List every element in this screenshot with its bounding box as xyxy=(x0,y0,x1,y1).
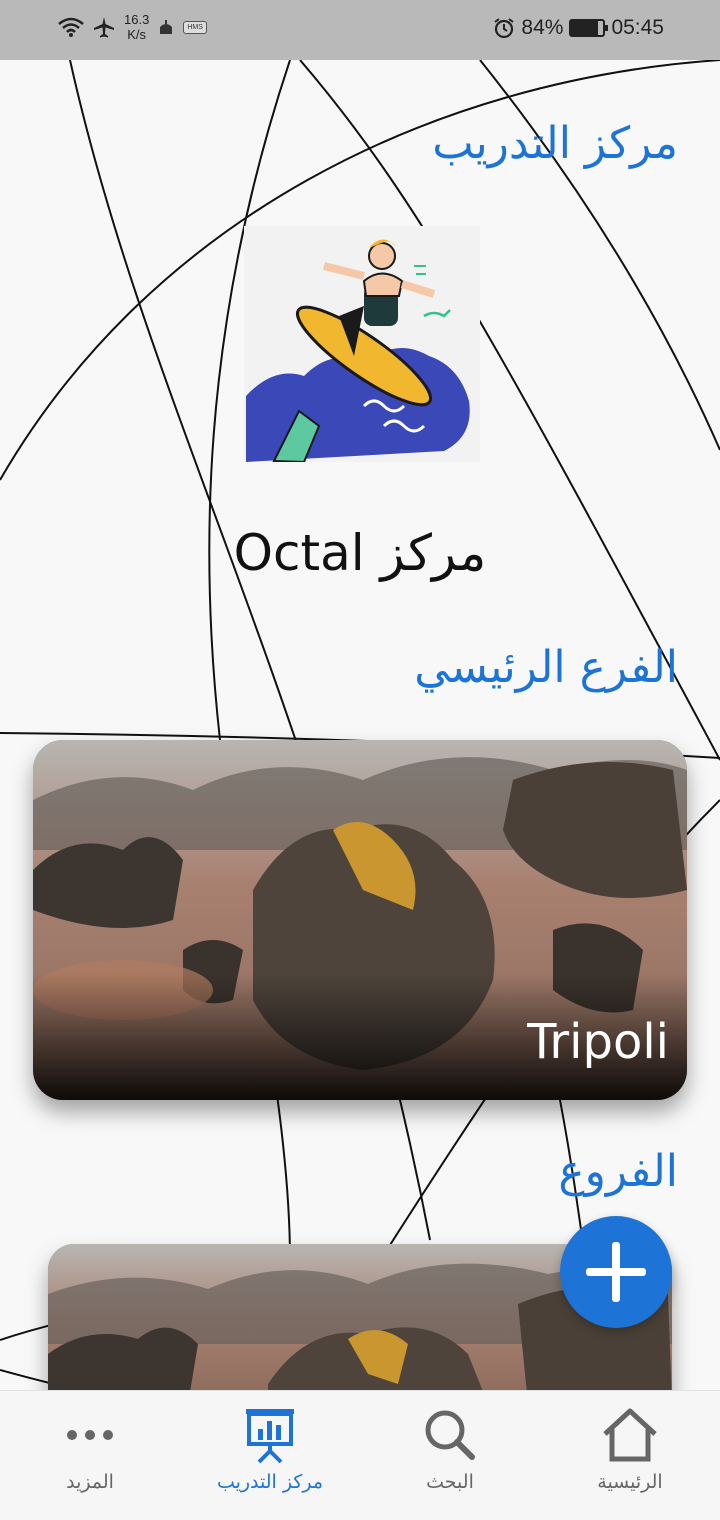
wifi-icon xyxy=(58,17,84,37)
status-right: 84% 05:45 xyxy=(493,16,664,40)
network-speed-unit: K/s xyxy=(127,27,147,42)
status-left: 16.3 K/s HMS xyxy=(58,12,207,42)
nav-label-more: المزيد xyxy=(66,1471,114,1493)
add-branch-button[interactable] xyxy=(560,1216,672,1328)
presentation-chart-icon xyxy=(246,1409,294,1464)
main-branch-heading: الفرع الرئيسي xyxy=(414,642,678,693)
branch-name: Tripoli xyxy=(527,1014,669,1070)
alarm-icon xyxy=(494,18,515,39)
nav-item-more[interactable]: المزيد xyxy=(0,1391,180,1520)
more-dots-icon xyxy=(67,1430,113,1440)
mosque-icon xyxy=(160,20,173,34)
nav-item-home[interactable]: الرئيسية xyxy=(540,1391,720,1520)
airplane-icon xyxy=(94,17,114,38)
search-icon xyxy=(425,1410,475,1460)
clock-time: 05:45 xyxy=(611,16,664,39)
plus-icon xyxy=(586,1242,646,1302)
nav-label-home: الرئيسية xyxy=(597,1471,663,1493)
hms-badge: HMS xyxy=(183,20,207,34)
page-title: مركز التدريب xyxy=(432,118,678,169)
center-name: مركز Octal xyxy=(233,524,487,582)
nav-item-training-center[interactable]: مركز التدريب xyxy=(180,1391,360,1520)
nav-label-search: البحث xyxy=(426,1471,474,1493)
home-icon xyxy=(603,1408,657,1462)
nav-item-search[interactable]: البحث xyxy=(360,1391,540,1520)
main-branch-card[interactable]: Tripoli xyxy=(33,740,687,1100)
bottom-navigation: المزيد مركز التدريب البحث الرئيسية xyxy=(0,1390,720,1520)
battery-level xyxy=(571,21,599,35)
status-bar: 16.3 K/s HMS 84% 05:45 xyxy=(0,0,720,60)
branches-heading: الفروع xyxy=(558,1146,678,1197)
network-speed: 16.3 K/s xyxy=(124,12,149,42)
battery-percent: 84% xyxy=(521,16,564,39)
nav-label-training-center: مركز التدريب xyxy=(216,1471,324,1493)
network-speed-value: 16.3 xyxy=(124,12,150,27)
surfer-illustration xyxy=(244,226,480,462)
battery-icon xyxy=(569,19,609,37)
